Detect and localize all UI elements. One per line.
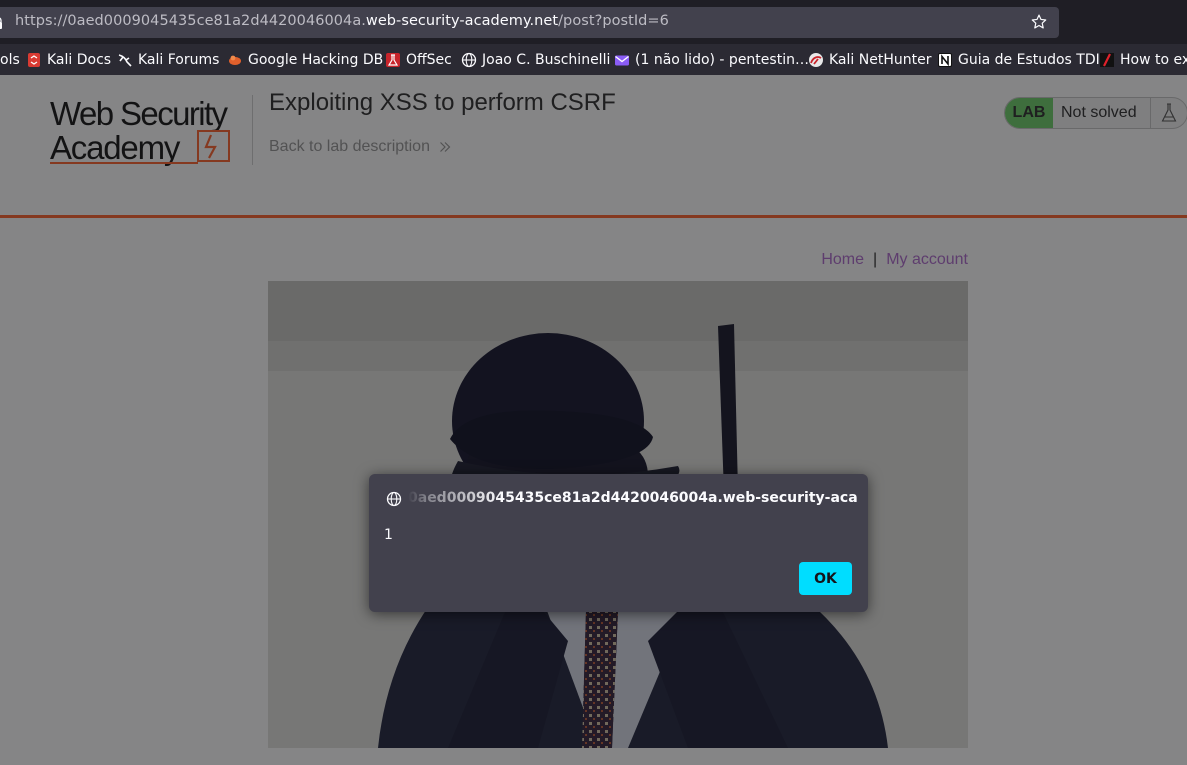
bookmark-google-hacking-db[interactable]: Google Hacking DB: [227, 50, 383, 70]
bookmark-kali-docs[interactable]: Kali Docs: [26, 50, 111, 70]
bookmark-star-icon[interactable]: [1030, 13, 1048, 31]
alert-dialog: 0aed0009045435ce81a2d4420046004a.web-sec…: [369, 474, 868, 612]
bookmark-label: ols: [0, 52, 20, 68]
bookmark-label: Kali Forums: [138, 52, 220, 68]
url-bar[interactable]: https://0aed0009045435ce81a2d4420046004a…: [0, 7, 1059, 38]
browser-toolbar: https://0aed0009045435ce81a2d4420046004a…: [0, 0, 1187, 44]
bookmark-label: Kali Docs: [47, 52, 112, 68]
url-host: web-security-academy.net: [365, 13, 559, 29]
url-text[interactable]: https://0aed0009045435ce81a2d4420046004a…: [15, 13, 669, 29]
kali-dragon-icon: [118, 54, 132, 67]
bookmark-label: Joao C. Buschinelli: [482, 52, 611, 68]
bookmark-label: Guia de Estudos TDI: [958, 52, 1100, 68]
kali-docs-icon: [28, 53, 40, 67]
bookmark-kali-forums[interactable]: Kali Forums: [117, 50, 219, 70]
globe-icon: [461, 52, 477, 68]
bookmark-joao-buschinelli[interactable]: Joao C. Buschinelli: [461, 50, 610, 70]
exploit-db-icon: [229, 55, 241, 65]
dialog-origin-faded: 0aed0009045: [408, 490, 515, 506]
bookmark-tools[interactable]: ols: [0, 50, 20, 70]
ok-button[interactable]: OK: [799, 562, 852, 595]
bookmark-offsec[interactable]: OffSec: [385, 50, 452, 70]
bookmark-label: How to ex: [1120, 52, 1187, 68]
bookmark-label: Kali NetHunter: [829, 52, 932, 68]
globe-icon: [386, 491, 402, 507]
dialog-origin: 0aed0009045435ce81a2d4420046004a.web-sec…: [408, 490, 858, 506]
modal-overlay: [0, 75, 1187, 765]
url-path: /post?postId=6: [558, 13, 669, 29]
bookmark-label: (1 não lido) - pentestin…: [635, 52, 809, 68]
url-prefix: https://0aed0009045435ce81a2d4420046004a…: [15, 13, 366, 29]
flag-icon: [1100, 53, 1114, 67]
bookmark-how-to[interactable]: How to ex: [1099, 50, 1187, 70]
bookmark-proton-mail[interactable]: (1 não lido) - pentestin…: [614, 50, 809, 70]
dialog-message: 1: [384, 527, 393, 543]
dialog-origin-rest: 435ce81a2d4420046004a.web-security-acade…: [514, 490, 858, 506]
lock-icon[interactable]: [0, 17, 2, 29]
bookmark-guia-estudos-tdi[interactable]: Guia de Estudos TDI: [937, 50, 1100, 70]
notion-icon: [938, 53, 952, 67]
bookmarks-toolbar: ols Kali Docs Kali Forums Google Hacking…: [0, 44, 1187, 75]
bookmark-label: OffSec: [406, 52, 452, 68]
offsec-icon: [386, 53, 400, 67]
bookmark-kali-nethunter[interactable]: Kali NetHunter: [808, 50, 931, 70]
bookmark-label: Google Hacking DB: [248, 52, 384, 68]
nethunter-icon: [809, 53, 823, 67]
proton-mail-icon: [615, 55, 629, 66]
